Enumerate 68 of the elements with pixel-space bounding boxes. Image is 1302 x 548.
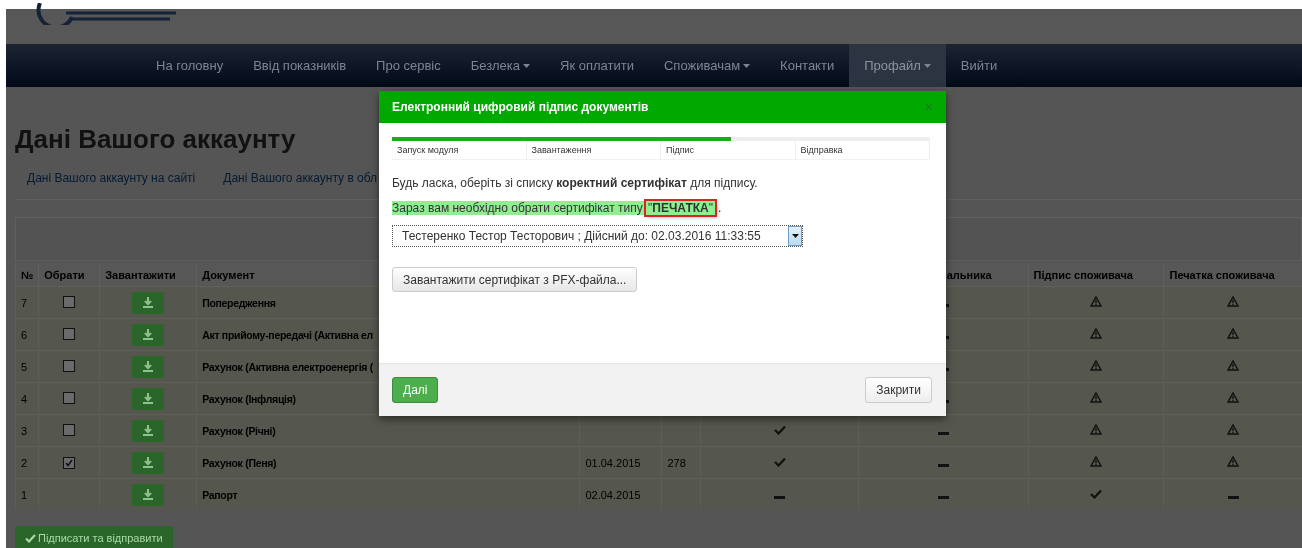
- download-button[interactable]: [132, 483, 165, 506]
- document-name: Акт прийому-передачі (Активна ел: [202, 328, 373, 341]
- caret-icon: [791, 234, 799, 238]
- nav-link[interactable]: Контакти: [765, 44, 850, 87]
- nav-link[interactable]: Як оплатити: [545, 44, 649, 87]
- download-icon: [143, 297, 154, 308]
- download-icon: [143, 489, 154, 500]
- nav-link[interactable]: На головну: [141, 44, 239, 87]
- instruction-text: Будь ласка, оберіть зі списку коректний сертифікат для підпису.: [392, 176, 759, 190]
- next-button[interactable]: Далі: [392, 377, 439, 403]
- column-header: №: [21, 268, 34, 281]
- document-name: Попередження: [202, 296, 276, 309]
- row-number: 5: [21, 360, 28, 373]
- certificate-select[interactable]: Тестеренко Тестор Тесторович ; Дійсний до: 02.03.2016 11:33:55: [392, 225, 803, 247]
- row-number: 2: [21, 456, 28, 469]
- checkbox[interactable]: [63, 423, 76, 436]
- checkbox[interactable]: [63, 456, 76, 469]
- checkbox[interactable]: [63, 391, 76, 404]
- download-button[interactable]: [132, 451, 165, 474]
- download-icon: [143, 457, 154, 468]
- row-number: 4: [21, 392, 28, 405]
- nav-link[interactable]: Споживачам: [648, 44, 766, 87]
- page-title: Дані Вашого аккаунту: [15, 123, 296, 154]
- row-number: 7: [21, 296, 28, 309]
- document-name: Рахунок (Пеня): [202, 456, 277, 469]
- certificate-type-notice: Зараз вам необхідно обрати сертифікат типу "ПЕЧАТКА" .: [392, 201, 723, 215]
- dialog-title: Електронний цифровий підпис документів: [392, 100, 649, 114]
- download-button[interactable]: [132, 387, 165, 410]
- download-icon: [143, 329, 154, 340]
- step-label: Підпис: [661, 141, 796, 160]
- step-label: Завантаження: [526, 141, 661, 160]
- download-icon: [143, 361, 154, 372]
- date-cell: 01.04.2015: [585, 456, 641, 469]
- download-button[interactable]: [132, 419, 165, 442]
- nav-link[interactable]: Ввід показників: [238, 44, 362, 87]
- checkbox[interactable]: [63, 327, 76, 340]
- column-header: Документ: [202, 268, 255, 281]
- number-cell: 278: [667, 456, 686, 469]
- check-icon: [25, 533, 36, 543]
- checkbox[interactable]: [63, 295, 76, 308]
- download-button[interactable]: [132, 323, 165, 346]
- document-name: Рапорт: [202, 488, 238, 501]
- column-header: Підпис споживача: [1033, 268, 1133, 281]
- download-icon: [143, 425, 154, 436]
- document-name: Рахунок (Активна електроенергія (: [202, 360, 373, 373]
- nav-link[interactable]: Безлека: [455, 44, 546, 87]
- document-name: Рахунок (Інфляція): [202, 392, 296, 405]
- download-button[interactable]: [132, 355, 165, 378]
- checkbox[interactable]: [63, 359, 76, 372]
- row-number: 1: [21, 488, 28, 501]
- download-icon: [143, 393, 154, 404]
- date-cell: 02.04.2015: [585, 488, 641, 501]
- column-header: альника: [946, 268, 992, 281]
- close-dialog-button[interactable]: Закрити: [865, 377, 932, 403]
- column-header: Обрати: [44, 268, 85, 281]
- nav-link[interactable]: Профайл: [849, 44, 946, 87]
- nav-link[interactable]: Вийти: [945, 44, 1013, 87]
- row-number: 3: [21, 424, 28, 437]
- sign-and-send-button[interactable]: Підписати та відправити: [15, 526, 173, 548]
- column-header: Завантажити: [105, 268, 176, 281]
- document-name: Рахунок (Річні): [202, 424, 276, 437]
- step-label: Запуск модуля: [392, 141, 527, 160]
- step-label: Відправка: [795, 141, 930, 160]
- load-pfx-button[interactable]: Завантажити сертифікат з PFX-файла...: [392, 267, 638, 292]
- row-number: 6: [21, 328, 28, 341]
- download-button[interactable]: [132, 291, 165, 314]
- nav-link[interactable]: Про сервіс: [361, 44, 456, 87]
- column-header: Печатка споживача: [1169, 268, 1275, 281]
